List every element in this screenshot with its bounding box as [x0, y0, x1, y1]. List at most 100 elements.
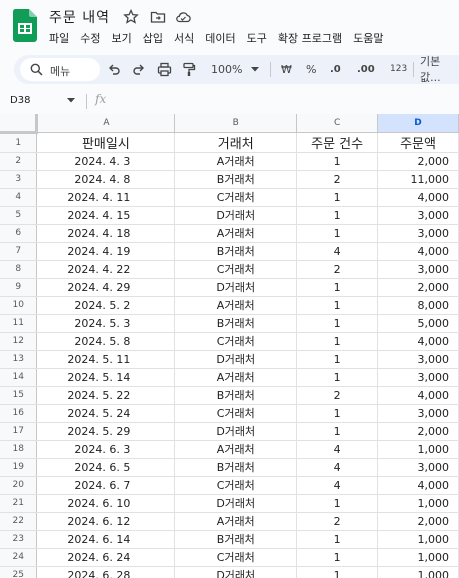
row-number[interactable]: 1 — [0, 132, 38, 153]
cell-order-amount[interactable]: 3,000 — [377, 260, 459, 279]
name-box[interactable]: D38 — [10, 95, 30, 106]
cell-date[interactable]: 2024. 4. 18 — [36, 224, 176, 243]
cell-order-amount[interactable]: 4,000 — [377, 332, 459, 351]
menu-edit[interactable]: 수정 — [80, 30, 100, 46]
cell-date[interactable]: 2024. 5. 8 — [36, 332, 176, 351]
cell-order-count[interactable]: 1 — [296, 530, 379, 549]
row-number[interactable]: 21 — [0, 494, 38, 513]
select-all-corner[interactable] — [0, 114, 39, 134]
cell-date[interactable]: 2024. 5. 2 — [36, 296, 176, 315]
cell-order-amount[interactable]: 1,000 — [377, 548, 459, 567]
format-percent-button[interactable]: % — [306, 60, 316, 78]
header-cell-date[interactable]: 판매일시 — [36, 132, 176, 153]
cell-order-amount[interactable]: 5,000 — [377, 314, 459, 333]
row-number[interactable]: 8 — [0, 260, 38, 279]
cell-client[interactable]: A거래처 — [174, 440, 298, 459]
font-select[interactable]: 기본값... — [420, 55, 459, 84]
cell-client[interactable]: A거래처 — [174, 368, 298, 387]
cell-date[interactable]: 2024. 6. 3 — [36, 440, 176, 459]
cell-client[interactable]: C거래처 — [174, 188, 298, 207]
row-number[interactable]: 20 — [0, 476, 38, 495]
row-number[interactable]: 15 — [0, 386, 38, 405]
cell-date[interactable]: 2024. 4. 22 — [36, 260, 176, 279]
cell-order-count[interactable]: 1 — [296, 404, 379, 423]
cell-date[interactable]: 2024. 5. 3 — [36, 314, 176, 333]
cell-client[interactable]: C거래처 — [174, 548, 298, 567]
row-number[interactable]: 25 — [0, 566, 38, 578]
cell-date[interactable]: 2024. 6. 28 — [36, 566, 176, 578]
cloud-saved-icon[interactable] — [175, 9, 191, 25]
cell-order-amount[interactable]: 11,000 — [377, 170, 459, 189]
cell-date[interactable]: 2024. 5. 29 — [36, 422, 176, 441]
cell-order-count[interactable]: 1 — [296, 368, 379, 387]
increase-decimal-button[interactable]: .00 — [357, 60, 375, 78]
cell-client[interactable]: D거래처 — [174, 422, 298, 441]
cell-date[interactable]: 2024. 4. 29 — [36, 278, 176, 297]
row-number[interactable]: 3 — [0, 170, 38, 189]
column-header-b[interactable]: B — [174, 114, 298, 133]
cell-date[interactable]: 2024. 5. 14 — [36, 368, 176, 387]
cell-client[interactable]: B거래처 — [174, 458, 298, 477]
cell-order-count[interactable]: 1 — [296, 548, 379, 567]
cell-order-count[interactable]: 4 — [296, 458, 379, 477]
row-number[interactable]: 19 — [0, 458, 38, 477]
undo-icon[interactable] — [107, 60, 121, 78]
row-number[interactable]: 11 — [0, 314, 38, 333]
cell-order-count[interactable]: 2 — [296, 260, 379, 279]
menu-help[interactable]: 도움말 — [353, 30, 383, 46]
row-number[interactable]: 23 — [0, 530, 38, 549]
cell-order-count[interactable]: 2 — [296, 170, 379, 189]
cell-order-amount[interactable]: 3,000 — [377, 458, 459, 477]
menu-file[interactable]: 파일 — [49, 30, 69, 46]
decrease-decimal-button[interactable]: .0 — [330, 60, 341, 78]
menu-view[interactable]: 보기 — [112, 30, 132, 46]
row-number[interactable]: 14 — [0, 368, 38, 387]
menu-extensions[interactable]: 확장 프로그램 — [278, 30, 342, 46]
cell-order-amount[interactable]: 1,000 — [377, 440, 459, 459]
cell-order-amount[interactable]: 2,000 — [377, 152, 459, 171]
menu-search[interactable]: 메뉴 — [20, 58, 100, 81]
header-cell-order-amount[interactable]: 주문액 — [377, 132, 459, 153]
cell-order-count[interactable]: 2 — [296, 386, 379, 405]
cell-date[interactable]: 2024. 4. 8 — [36, 170, 176, 189]
cell-client[interactable]: C거래처 — [174, 260, 298, 279]
cell-date[interactable]: 2024. 6. 7 — [36, 476, 176, 495]
cell-client[interactable]: A거래처 — [174, 152, 298, 171]
row-number[interactable]: 2 — [0, 152, 38, 171]
cell-order-count[interactable]: 1 — [296, 566, 379, 578]
cell-order-count[interactable]: 1 — [296, 350, 379, 369]
cell-date[interactable]: 2024. 5. 24 — [36, 404, 176, 423]
row-number[interactable]: 22 — [0, 512, 38, 531]
cell-order-count[interactable]: 2 — [296, 512, 379, 531]
cell-date[interactable]: 2024. 6. 12 — [36, 512, 176, 531]
cell-order-count[interactable]: 1 — [296, 494, 379, 513]
cell-order-amount[interactable]: 2,000 — [377, 422, 459, 441]
cell-client[interactable]: B거래처 — [174, 242, 298, 261]
cell-order-count[interactable]: 1 — [296, 314, 379, 333]
cell-date[interactable]: 2024. 4. 15 — [36, 206, 176, 225]
cell-order-count[interactable]: 1 — [296, 422, 379, 441]
row-number[interactable]: 18 — [0, 440, 38, 459]
cell-order-count[interactable]: 1 — [296, 152, 379, 171]
cell-order-count[interactable]: 4 — [296, 242, 379, 261]
cell-client[interactable]: B거래처 — [174, 530, 298, 549]
menu-tools[interactable]: 도구 — [247, 30, 267, 46]
cell-date[interactable]: 2024. 6. 5 — [36, 458, 176, 477]
cell-order-amount[interactable]: 2,000 — [377, 278, 459, 297]
cell-date[interactable]: 2024. 5. 11 — [36, 350, 176, 369]
cell-order-count[interactable]: 4 — [296, 476, 379, 495]
row-number[interactable]: 17 — [0, 422, 38, 441]
row-number[interactable]: 5 — [0, 206, 38, 225]
cell-date[interactable]: 2024. 4. 3 — [36, 152, 176, 171]
cell-order-amount[interactable]: 1,000 — [377, 530, 459, 549]
cell-date[interactable]: 2024. 6. 14 — [36, 530, 176, 549]
cell-date[interactable]: 2024. 6. 10 — [36, 494, 176, 513]
cell-order-count[interactable]: 1 — [296, 332, 379, 351]
menu-insert[interactable]: 삽입 — [143, 30, 163, 46]
more-formats-button[interactable]: 123 — [390, 60, 407, 78]
star-icon[interactable] — [123, 9, 139, 25]
cell-client[interactable]: C거래처 — [174, 404, 298, 423]
cell-order-amount[interactable]: 4,000 — [377, 242, 459, 261]
row-number[interactable]: 6 — [0, 224, 38, 243]
cell-order-amount[interactable]: 3,000 — [377, 206, 459, 225]
